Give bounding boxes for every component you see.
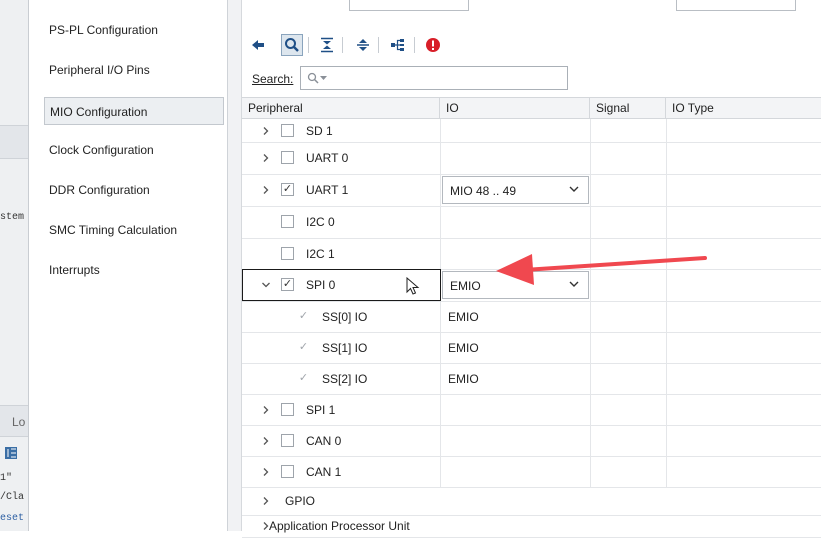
background-code-line: /Cla — [0, 492, 25, 503]
background-code-line: 1" — [0, 473, 13, 484]
background-strip — [0, 125, 28, 159]
nav-item-mio-configuration[interactable]: MIO Configuration — [44, 97, 224, 125]
background-icon — [4, 446, 18, 464]
page-navigator: PS-PL Configuration Peripheral I/O Pins … — [29, 0, 228, 531]
nav-item-ddr-configuration[interactable]: DDR Configuration — [44, 176, 224, 204]
mio-configuration-panel: Search: Peripheral IO Signal IO Type SD … — [242, 0, 821, 538]
background-text: stem — [0, 212, 25, 223]
nav-item-clock-configuration[interactable]: Clock Configuration — [44, 136, 224, 164]
background-app-panel: stem Lo 1" /Cla eset — [0, 0, 29, 531]
nav-item-smc-timing-calculation[interactable]: SMC Timing Calculation — [44, 216, 224, 244]
nav-item-interrupts[interactable]: Interrupts — [44, 256, 224, 284]
background-tab-label: Lo — [12, 415, 26, 429]
mouse-cursor-icon — [406, 277, 420, 295]
nav-item-peripheral-io-pins[interactable]: Peripheral I/O Pins — [44, 56, 224, 84]
annotation-arrow — [496, 254, 707, 285]
background-code-line: eset — [0, 513, 25, 524]
nav-item-ps-pl-configuration[interactable]: PS-PL Configuration — [44, 16, 224, 44]
splitter[interactable] — [228, 0, 242, 531]
